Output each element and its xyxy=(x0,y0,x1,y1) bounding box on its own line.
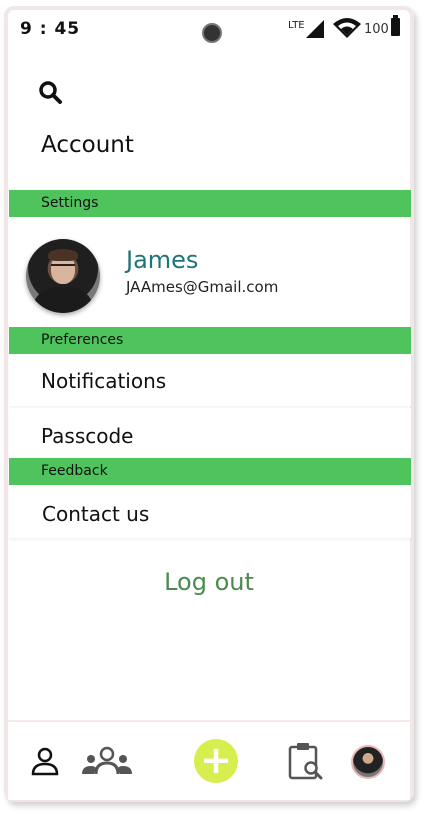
camera-icon xyxy=(202,23,222,43)
page-title: Account xyxy=(41,132,134,158)
phone-frame: 9 : 45 LTE 100 Account Settings James JA… xyxy=(4,6,414,802)
wifi-icon xyxy=(333,18,361,38)
menu-item-label: Notifications xyxy=(41,369,167,393)
battery-icon xyxy=(391,15,400,36)
battery-level: 100 xyxy=(364,22,389,37)
section-header-preferences: Preferences xyxy=(9,327,411,354)
clipboard-search-icon[interactable] xyxy=(288,742,324,780)
profile-avatar[interactable] xyxy=(26,239,100,313)
menu-item-passcode[interactable]: Passcode xyxy=(9,408,411,460)
section-header-settings: Settings xyxy=(9,190,411,217)
profile-nav-avatar[interactable] xyxy=(351,745,385,779)
network-type: LTE xyxy=(288,20,305,31)
section-label: Feedback xyxy=(41,463,108,479)
profile-name: James xyxy=(126,246,199,274)
menu-item-contact-us[interactable]: Contact us xyxy=(9,486,411,538)
section-label: Settings xyxy=(41,195,99,211)
group-icon[interactable] xyxy=(80,746,134,776)
logout-button[interactable]: Log out xyxy=(8,568,410,596)
bottom-nav: + xyxy=(8,720,410,800)
person-icon[interactable] xyxy=(30,746,60,776)
add-button[interactable]: + xyxy=(194,739,238,783)
status-time: 9 : 45 xyxy=(20,19,81,39)
search-icon[interactable] xyxy=(38,80,64,106)
menu-item-label: Contact us xyxy=(42,502,150,526)
section-header-feedback: Feedback xyxy=(9,458,411,485)
menu-item-label: Passcode xyxy=(41,424,134,448)
section-label: Preferences xyxy=(41,332,124,348)
menu-item-notifications[interactable]: Notifications xyxy=(9,354,411,406)
status-bar: 9 : 45 LTE 100 xyxy=(8,10,410,46)
signal-icon xyxy=(306,20,324,38)
profile-email: JAAmes@Gmail.com xyxy=(126,278,279,296)
